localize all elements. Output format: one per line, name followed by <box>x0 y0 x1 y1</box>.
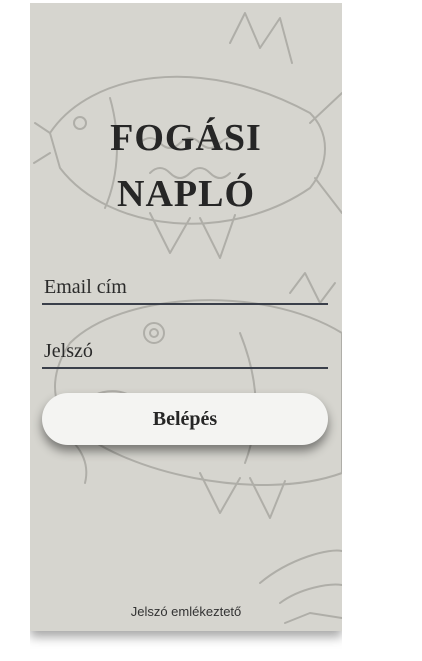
login-screen: FOGÁSI NAPLÓ Belépés Jelszó emlékeztető <box>30 3 342 661</box>
login-panel: FOGÁSI NAPLÓ Belépés Jelszó emlékeztető <box>30 3 342 631</box>
password-field[interactable] <box>42 335 328 367</box>
app-title-line1: FOGÁSI <box>110 117 262 159</box>
fish-background-icon <box>33 12 342 624</box>
password-reminder-link[interactable]: Jelszó emlékeztető <box>30 604 342 619</box>
password-field-container <box>42 335 328 369</box>
email-field[interactable] <box>42 271 328 303</box>
app-title-line2: NAPLÓ <box>117 173 255 215</box>
email-field-container <box>42 271 328 305</box>
page: FOGÁSI NAPLÓ Belépés Jelszó emlékeztető <box>0 0 422 661</box>
login-button[interactable]: Belépés <box>42 393 328 445</box>
